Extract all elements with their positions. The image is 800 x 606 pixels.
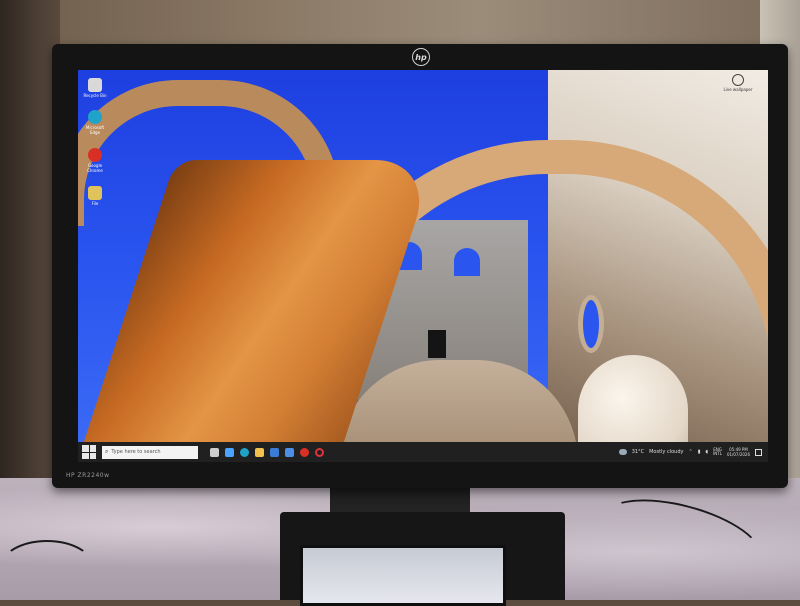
live-wallpaper-icon	[732, 74, 744, 86]
chrome-icon	[88, 148, 102, 162]
desktop-icon-recycle-bin[interactable]: Recycle Bin	[82, 78, 108, 98]
search-icon: ⌕	[105, 448, 109, 455]
search-placeholder: Type here to search	[111, 449, 161, 455]
chrome-icon[interactable]	[300, 447, 309, 457]
system-tray: 31°C Mostly cloudy ⌃ ▮ ◖ ENG INTL 05:49 …	[618, 447, 762, 457]
desktop-icon-edge[interactable]: Microsoft Edge	[82, 110, 108, 135]
clock-date: 01/07/2026	[726, 452, 750, 457]
notification-icon[interactable]	[755, 448, 762, 456]
desktop-icon-chrome[interactable]: Google Chrome	[82, 148, 108, 173]
desktop-icon-live-wallpaper[interactable]: Live wallpaper	[722, 74, 754, 92]
opera-icon[interactable]	[315, 447, 324, 457]
mail-icon[interactable]	[285, 447, 294, 457]
start-button[interactable]	[82, 445, 96, 459]
recycle-bin-icon	[88, 78, 102, 92]
monitor-model-label: HP ZR2240w	[66, 472, 110, 479]
taskbar-search-input[interactable]: ⌕ Type here to search	[102, 445, 198, 459]
desktop-icon-label: Google Chrome	[87, 163, 103, 173]
taskbar: ⌕ Type here to search 31°C Mostly cloudy…	[78, 442, 768, 462]
desktop-icon-label: Microsoft Edge	[85, 125, 105, 135]
windows-logo-icon	[82, 445, 89, 452]
desktop-icon-file[interactable]: File	[82, 186, 108, 206]
task-view-icon[interactable]	[210, 447, 219, 457]
cable	[0, 540, 94, 594]
weather-temp[interactable]: 31°C	[632, 449, 644, 455]
weather-condition[interactable]: Mostly cloudy	[649, 449, 683, 455]
phone-on-stand	[300, 545, 506, 606]
hp-logo-icon: hp	[412, 48, 430, 66]
language-indicator[interactable]: ENG INTL	[713, 448, 722, 456]
desktop-icon-label: Recycle Bin	[83, 93, 107, 98]
edge-icon[interactable]	[240, 447, 249, 457]
edge-icon	[88, 110, 102, 124]
file-explorer-icon[interactable]	[255, 447, 264, 457]
taskbar-clock[interactable]: 05:49 PM 01/07/2026	[727, 447, 750, 457]
chevron-up-icon[interactable]: ⌃	[688, 449, 692, 455]
volume-icon[interactable]: ◖	[705, 449, 708, 455]
cloud-icon	[618, 449, 627, 455]
curtain-left	[0, 0, 60, 520]
desktop-icon-label: Live wallpaper	[723, 87, 753, 92]
store-icon[interactable]	[270, 447, 279, 457]
monitor-screen: Recycle Bin Microsoft Edge Google Chrome…	[78, 70, 768, 462]
network-icon[interactable]: ▮	[698, 449, 701, 455]
file-icon	[88, 186, 102, 200]
widgets-icon[interactable]	[225, 447, 234, 457]
taskbar-pinned-apps	[210, 447, 324, 457]
desktop-icon-label: File	[91, 201, 99, 206]
